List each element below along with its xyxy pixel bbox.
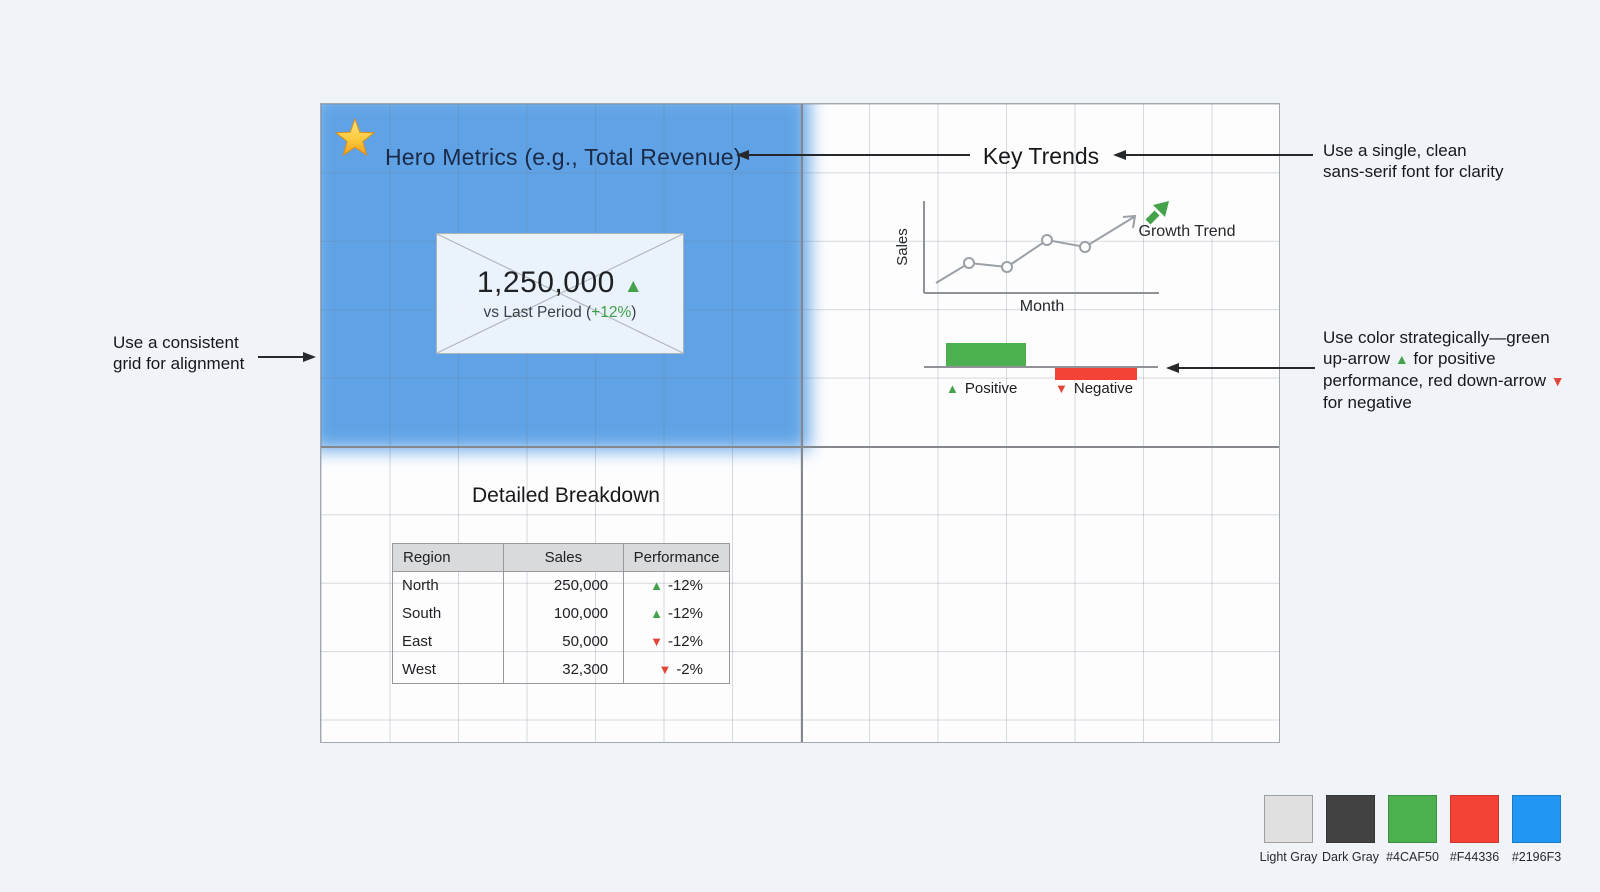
performance-cell: ▼ -12% [623, 627, 730, 656]
color-swatch [1512, 795, 1561, 843]
up-triangle-icon: ▲ [650, 606, 663, 621]
positive-bar [946, 343, 1026, 367]
positive-legend-label: Positive [964, 380, 1018, 397]
data-point [1079, 241, 1091, 253]
palette-swatch-item: #2196F3 [1512, 795, 1561, 864]
metric-number: 1,250,000 [476, 265, 615, 299]
performance-cell: ▼ -2% [623, 655, 730, 684]
down-triangle-icon: ▼ [1055, 381, 1068, 396]
table-header-row: Region Sales Performance [392, 543, 730, 572]
up-triangle-icon: ▲ [623, 275, 644, 297]
detailed-breakdown-title: Detailed Breakdown [472, 484, 660, 507]
negative-legend: ▼ Negative [1055, 380, 1133, 397]
x-axis-label: Month [1020, 298, 1064, 315]
performance-value: -2% [676, 660, 703, 678]
grid-annotation-line2: grid for alignment [113, 354, 245, 373]
palette-swatch-item: Light Gray [1260, 795, 1317, 864]
color-swatch [1326, 795, 1375, 843]
negative-legend-label: Negative [1073, 380, 1134, 397]
color-palette: Light Gray Dark Gray #4CAF50 #F44336 #2196F3 [1260, 795, 1561, 864]
dashboard-grid-panel: Hero Metrics (e.g., Total Revenue) Key T… [320, 103, 1280, 743]
delta-percent: +12% [591, 303, 632, 321]
growth-trend-chart: Sales Month Growth Trend [891, 191, 1241, 321]
color-swatch [1388, 795, 1437, 843]
swatch-label: Light Gray [1259, 850, 1318, 864]
negative-bar [1055, 368, 1137, 380]
breakdown-table-body: North 250,000 ▲ -12% South 100,000 ▲ -12% East 50… [392, 571, 730, 684]
y-axis-label: Sales [894, 228, 911, 266]
sales-cell: 100,000 [502, 599, 625, 628]
hero-metric-card: 1,250,000 ▲ vs Last Period (+12%) [436, 233, 684, 354]
sales-cell: 50,000 [502, 627, 625, 656]
subtitle-text: vs Last Period ( [483, 303, 592, 321]
down-triangle-icon: ▼ [650, 634, 663, 649]
swatch-label: Dark Gray [1322, 850, 1379, 864]
performance-value: -12% [667, 577, 703, 595]
region-cell: South [392, 599, 504, 628]
color-swatch [1264, 795, 1313, 843]
sales-cell: 32,300 [502, 655, 625, 684]
font-annotation: Use a single, clean sans-serif font for … [1323, 140, 1573, 182]
performance-value: -12% [667, 605, 703, 622]
up-triangle-icon: ▲ [650, 578, 663, 594]
column-header-region: Region [392, 543, 504, 572]
dashboard-design-diagram: Hero Metrics (e.g., Total Revenue) Key T… [0, 0, 1600, 892]
sales-cell: 250,000 [502, 571, 625, 600]
down-triangle-icon: ▼ [1550, 373, 1565, 389]
region-cell: North [392, 571, 504, 600]
breakdown-table: Region Sales Performance North 250,000 ▲ -1… [392, 543, 730, 684]
hero-metrics-title: Hero Metrics (e.g., Total Revenue) [385, 144, 742, 170]
table-row: North 250,000 ▲ -12% [392, 571, 730, 600]
hero-metric-value: 1,250,000 ▲ [477, 266, 643, 300]
star-icon [334, 116, 376, 158]
up-triangle-icon: ▲ [1394, 351, 1409, 367]
palette-swatch-item: #F44336 [1450, 795, 1499, 864]
swatch-label: #4CAF50 [1386, 850, 1439, 864]
growth-trend-label: Growth Trend [1139, 223, 1236, 240]
hero-metric-subtitle: vs Last Period (+12%) [484, 304, 637, 322]
up-triangle-icon: ▲ [946, 381, 959, 396]
color-annotation-text: for negative [1323, 393, 1412, 412]
table-row: East 50,000 ▼ -12% [392, 627, 730, 656]
swatch-label: #F44336 [1449, 850, 1500, 864]
region-cell: East [392, 627, 504, 656]
grid-annotation-line1: Use a consistent [113, 333, 239, 352]
color-swatch [1450, 795, 1499, 843]
table-row: West 32,300 ▼ -2% [392, 655, 730, 684]
table-row: South 100,000 ▲ -12% [392, 599, 730, 628]
performance-cell: ▲ -12% [623, 571, 730, 600]
key-trends-title: Key Trends [982, 143, 1100, 169]
data-point [1001, 261, 1013, 273]
column-header-sales: Sales [502, 543, 625, 572]
green-growth-arrow-icon [1145, 201, 1169, 225]
down-triangle-icon: ▼ [658, 661, 672, 677]
positive-legend: ▲ Positive [946, 380, 1017, 397]
data-point [1041, 234, 1053, 246]
subtitle-close: ) [631, 303, 637, 321]
font-annotation-line1: Use a single, clean [1323, 141, 1467, 160]
trend-line [935, 216, 1135, 284]
swatch-label: #2196F3 [1511, 850, 1562, 864]
font-annotation-line2: sans-serif font for clarity [1323, 162, 1504, 181]
region-cell: West [392, 655, 504, 684]
column-header-performance: Performance [623, 543, 730, 572]
palette-swatch-item: #4CAF50 [1386, 795, 1439, 864]
performance-cell: ▲ -12% [623, 599, 730, 628]
color-annotation: Use color strategically—green up-arrow ▲… [1323, 327, 1569, 413]
palette-swatch-item: Dark Gray [1322, 795, 1379, 864]
grid-annotation: Use a consistent grid for alignment [113, 332, 283, 374]
data-point [963, 257, 975, 269]
performance-value: -12% [667, 633, 703, 650]
